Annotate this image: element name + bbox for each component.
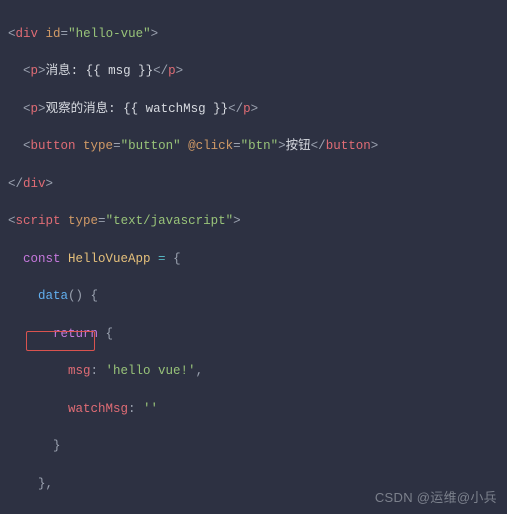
code-line: }, bbox=[8, 475, 501, 494]
code-line: <p>消息: {{ msg }}</p> bbox=[8, 62, 501, 81]
code-line: watchMsg: '' bbox=[8, 400, 501, 419]
code-line: <div id="hello-vue"> bbox=[8, 25, 501, 44]
code-line: } bbox=[8, 437, 501, 456]
code-line: msg: 'hello vue!', bbox=[8, 362, 501, 381]
code-editor: <div id="hello-vue"> <p>消息: {{ msg }}</p… bbox=[0, 0, 507, 514]
code-line: <p>观察的消息: {{ watchMsg }}</p> bbox=[8, 100, 501, 119]
code-line: const HelloVueApp = { bbox=[8, 250, 501, 269]
code-line: </div> bbox=[8, 175, 501, 194]
code-line: data() { bbox=[8, 287, 501, 306]
code-line: return { bbox=[8, 325, 501, 344]
code-line: <button type="button" @click="btn">按钮</b… bbox=[8, 137, 501, 156]
code-line: <script type="text/javascript"> bbox=[8, 212, 501, 231]
